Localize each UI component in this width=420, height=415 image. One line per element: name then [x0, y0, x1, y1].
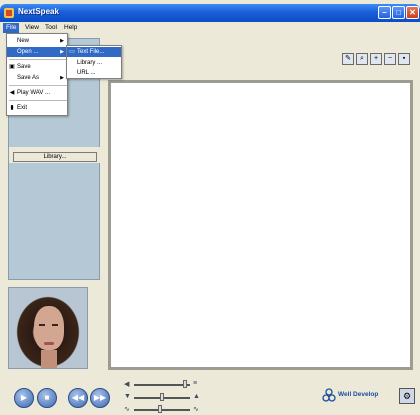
speed-icon: ▼: [124, 393, 131, 400]
submenu-item-text-file[interactable]: ▭ Text File...: [67, 47, 121, 57]
submenu-arrow-icon: ▶: [60, 75, 64, 81]
zoom-out-icon[interactable]: −: [384, 53, 396, 65]
export-icon[interactable]: ▪: [398, 53, 410, 65]
text-editor[interactable]: [108, 80, 413, 370]
app-window: NextSpeak – □ ✕ File View Tool Help Libr…: [0, 0, 420, 415]
menu-item-new[interactable]: New ▶: [7, 36, 67, 46]
menu-file[interactable]: File: [3, 23, 20, 33]
menu-item-save-as-label: Save As: [17, 75, 40, 81]
folder-icon: ▭: [69, 49, 75, 55]
pitch-slider[interactable]: [134, 409, 190, 411]
window-title: NextSpeak: [18, 7, 59, 16]
menu-tool[interactable]: Tool: [42, 23, 60, 33]
exit-icon: ▮: [10, 105, 14, 111]
volume-max-icon: ≡: [193, 380, 198, 387]
submenu-arrow-icon: ▶: [60, 38, 64, 44]
menu-separator: [9, 85, 67, 86]
submenu-arrow-icon: ▶: [60, 49, 64, 55]
toolbar: ✎ ⌕ + − ▪: [108, 53, 418, 67]
menu-help[interactable]: Help: [61, 23, 80, 33]
open-submenu: ▭ Text File... Library ... URL ...: [66, 45, 122, 79]
submenu-item-url-label: URL ...: [77, 70, 96, 76]
avatar-neck: [41, 350, 57, 368]
logo-text: Well Develop: [338, 391, 379, 398]
menu-bar: File View Tool Help: [0, 22, 420, 33]
submenu-item-text-file-label: Text File...: [77, 49, 105, 55]
submenu-item-url[interactable]: URL ...: [67, 68, 121, 78]
pitch-max-icon: ∿: [193, 406, 199, 413]
menu-item-open-label: Open ...: [17, 49, 39, 55]
app-icon: [4, 8, 14, 18]
avatar: [8, 287, 88, 369]
menu-item-exit-label: Exit: [17, 105, 28, 111]
menu-separator: [9, 59, 67, 60]
rewind-icon[interactable]: ◀◀: [68, 388, 88, 408]
menu-item-save[interactable]: ▣ Save: [7, 62, 67, 72]
settings-icon[interactable]: ⚙: [399, 388, 415, 404]
file-dropdown: New ▶ Open ... ▶ ▣ Save Save As ▶ ◀ Play…: [6, 33, 68, 116]
title-bar[interactable]: NextSpeak – □ ✕: [0, 4, 420, 22]
save-icon: ▣: [9, 64, 15, 70]
submenu-item-library-label: Library ...: [77, 60, 103, 66]
zoom-icon[interactable]: ⌕: [356, 53, 368, 65]
menu-item-open[interactable]: Open ... ▶: [7, 47, 67, 57]
volume-slider[interactable]: [134, 384, 190, 386]
volume-thumb[interactable]: [183, 380, 187, 388]
company-logo: Well Develop: [322, 388, 382, 406]
library-button[interactable]: Library...: [13, 152, 97, 162]
avatar-eye-right: [52, 324, 58, 326]
zoom-in-icon[interactable]: +: [370, 53, 382, 65]
pitch-icon: ∿: [124, 406, 130, 413]
logo-icon: [322, 388, 336, 402]
close-button[interactable]: ✕: [406, 6, 419, 19]
avatar-eye-left: [39, 324, 45, 326]
maximize-button[interactable]: □: [392, 6, 405, 19]
menu-separator: [9, 100, 67, 101]
avatar-lips: [44, 342, 54, 345]
menu-item-play-wav[interactable]: ◀ Play WAV ...: [7, 88, 67, 98]
speed-max-icon: ▲: [193, 393, 200, 400]
menu-item-new-label: New: [17, 38, 30, 44]
submenu-item-library[interactable]: Library ...: [67, 58, 121, 68]
menu-view[interactable]: View: [22, 23, 42, 33]
menu-item-save-label: Save: [17, 64, 31, 70]
menu-item-play-wav-label: Play WAV ...: [17, 90, 51, 96]
speaker-icon: ◀: [9, 90, 15, 96]
volume-icon: ◀: [124, 381, 130, 388]
play-icon[interactable]: ▶: [14, 388, 34, 408]
forward-icon[interactable]: ▶▶: [90, 388, 110, 408]
menu-item-save-as[interactable]: Save As ▶: [7, 73, 67, 83]
minimize-button[interactable]: –: [378, 6, 391, 19]
menu-item-exit[interactable]: ▮ Exit: [7, 103, 67, 113]
speed-thumb[interactable]: [160, 393, 164, 401]
pitch-thumb[interactable]: [158, 405, 162, 413]
stop-icon[interactable]: ■: [37, 388, 57, 408]
edit-icon[interactable]: ✎: [342, 53, 354, 65]
